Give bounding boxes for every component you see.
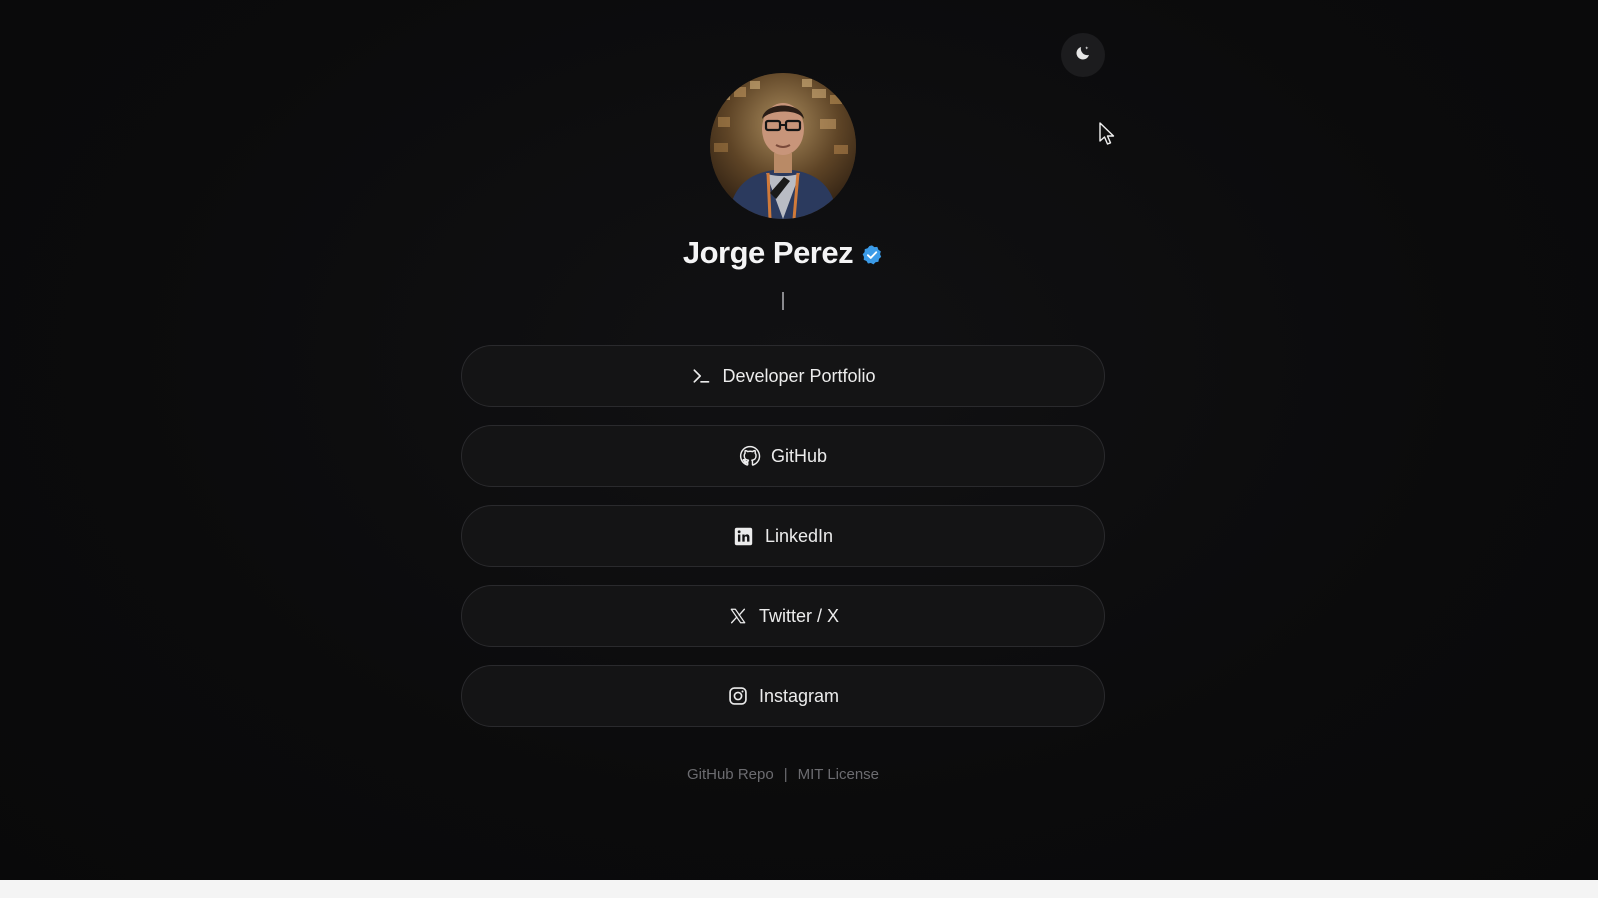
footer-separator: | — [783, 766, 788, 783]
typing-caret — [782, 292, 784, 310]
link-label: LinkedIn — [764, 525, 834, 546]
link-label: Twitter / X — [758, 605, 839, 626]
link-label: Instagram — [758, 685, 840, 706]
github-icon — [739, 445, 761, 467]
instagram-link[interactable]: Instagram — [461, 665, 1105, 727]
profile-header: Jorge Perez — [0, 235, 1566, 271]
mit-license-link[interactable]: MIT License — [798, 766, 879, 783]
terminal-icon — [690, 365, 712, 387]
developer-portfolio-link[interactable]: Developer Portfolio — [461, 345, 1105, 407]
verified-badge-icon — [861, 244, 883, 266]
link-list: Developer Portfolio GitHub LinkedIn Twit… — [461, 345, 1105, 745]
avatar — [710, 73, 856, 219]
linkedin-icon — [733, 525, 755, 547]
link-label: GitHub — [770, 445, 828, 466]
github-repo-link[interactable]: GitHub Repo — [687, 766, 774, 783]
mouse-cursor-icon — [1098, 122, 1116, 146]
github-link[interactable]: GitHub — [461, 425, 1105, 487]
profile-name: Jorge Perez — [682, 235, 854, 270]
page: Jorge Perez Developer Portfolio GitHub L… — [0, 0, 1598, 898]
theme-toggle-button[interactable] — [1061, 33, 1105, 77]
footer: GitHub Repo | MIT License — [0, 766, 1566, 783]
instagram-icon — [727, 685, 749, 707]
x-icon — [727, 605, 749, 627]
link-label: Developer Portfolio — [722, 365, 876, 386]
moon-icon — [1074, 44, 1092, 67]
bottom-edge-bar — [0, 880, 1598, 898]
twitter-x-link[interactable]: Twitter / X — [461, 585, 1105, 647]
linkedin-link[interactable]: LinkedIn — [461, 505, 1105, 567]
